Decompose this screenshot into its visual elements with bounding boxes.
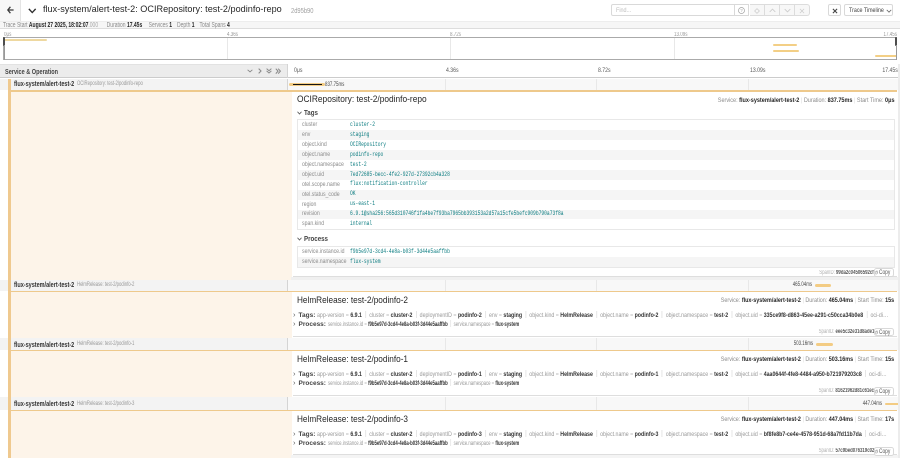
- svg-text:?: ?: [740, 8, 743, 13]
